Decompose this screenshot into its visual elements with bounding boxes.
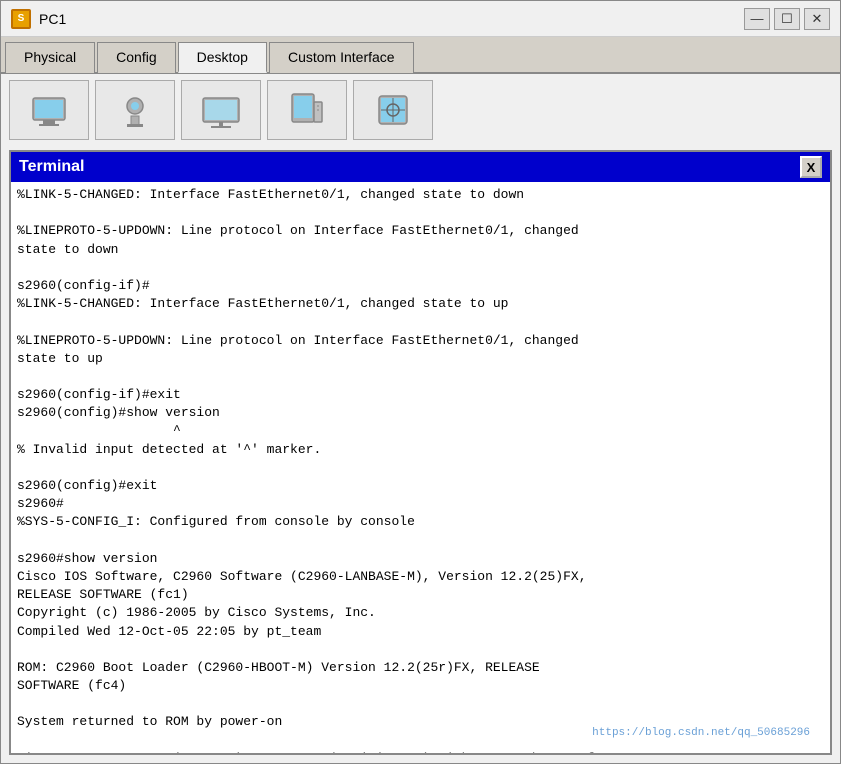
terminal-window: Terminal X %LINK-5-CHANGED: Interface Fa…: [9, 150, 832, 755]
terminal-wrapper: Terminal X %LINK-5-CHANGED: Interface Fa…: [1, 146, 840, 763]
close-button[interactable]: ✕: [804, 8, 830, 30]
terminal-line: RELEASE SOFTWARE (fc1): [17, 586, 824, 604]
watermark: https://blog.csdn.net/qq_50685296: [592, 726, 810, 741]
terminal-close-button[interactable]: X: [800, 156, 822, 178]
terminal-line: ROM: C2960 Boot Loader (C2960-HBOOT-M) V…: [17, 659, 824, 677]
tab-desktop[interactable]: Desktop: [178, 42, 267, 73]
terminal-line: state to down: [17, 241, 824, 259]
terminal-line: %LINEPROTO-5-UPDOWN: Line protocol on In…: [17, 332, 824, 350]
icon-box-4[interactable]: [267, 80, 347, 140]
terminal-line: Copyright (c) 1986-2005 by Cisco Systems…: [17, 604, 824, 622]
terminal-line: s2960#show version: [17, 550, 824, 568]
title-bar-left: S PC1: [11, 9, 66, 29]
icon-box-2[interactable]: [95, 80, 175, 140]
terminal-line: s2960(config)#show version: [17, 404, 824, 422]
terminal-line: s2960(config-if)#: [17, 277, 824, 295]
tab-config[interactable]: Config: [97, 42, 175, 73]
terminal-line: [17, 368, 824, 386]
window-controls: — ☐ ✕: [744, 8, 830, 30]
terminal-line: s2960(config-if)#exit: [17, 386, 824, 404]
terminal-line: SOFTWARE (fc4): [17, 677, 824, 695]
terminal-line: %SYS-5-CONFIG_I: Configured from console…: [17, 513, 824, 531]
terminal-body[interactable]: %LINK-5-CHANGED: Interface FastEthernet0…: [11, 182, 830, 753]
terminal-line: Cisco WS-C2960-24TT (RC32300) processor …: [17, 750, 824, 753]
main-window: S PC1 — ☐ ✕ Physical Config Desktop Cust…: [0, 0, 841, 764]
maximize-button[interactable]: ☐: [774, 8, 800, 30]
terminal-line: [17, 641, 824, 659]
icon-box-5[interactable]: [353, 80, 433, 140]
terminal-line: %LINK-5-CHANGED: Interface FastEthernet0…: [17, 295, 824, 313]
terminal-line: ^: [17, 422, 824, 440]
terminal-line: [17, 204, 824, 222]
terminal-line: Compiled Wed 12-Oct-05 22:05 by pt_team: [17, 623, 824, 641]
terminal-line: [17, 532, 824, 550]
terminal-line: s2960(config)#exit: [17, 477, 824, 495]
app-icon: S: [11, 9, 31, 29]
window-title: PC1: [39, 11, 66, 27]
terminal-line: Cisco IOS Software, C2960 Software (C296…: [17, 568, 824, 586]
terminal-title: Terminal: [19, 158, 85, 176]
terminal-line: [17, 259, 824, 277]
title-bar: S PC1 — ☐ ✕: [1, 1, 840, 37]
icon-box-1[interactable]: [9, 80, 89, 140]
terminal-line: state to up: [17, 350, 824, 368]
terminal-line: [17, 459, 824, 477]
terminal-line: [17, 695, 824, 713]
icon-box-3[interactable]: [181, 80, 261, 140]
tab-custom-interface[interactable]: Custom Interface: [269, 42, 414, 73]
terminal-line: % Invalid input detected at '^' marker.: [17, 441, 824, 459]
tab-physical[interactable]: Physical: [5, 42, 95, 73]
minimize-button[interactable]: —: [744, 8, 770, 30]
terminal-line: %LINK-5-CHANGED: Interface FastEthernet0…: [17, 186, 824, 204]
terminal-line: [17, 313, 824, 331]
icon-row: [1, 74, 840, 146]
terminal-line: s2960#: [17, 495, 824, 513]
tab-bar: Physical Config Desktop Custom Interface: [1, 37, 840, 74]
terminal-line: %LINEPROTO-5-UPDOWN: Line protocol on In…: [17, 222, 824, 240]
terminal-title-bar: Terminal X: [11, 152, 830, 182]
